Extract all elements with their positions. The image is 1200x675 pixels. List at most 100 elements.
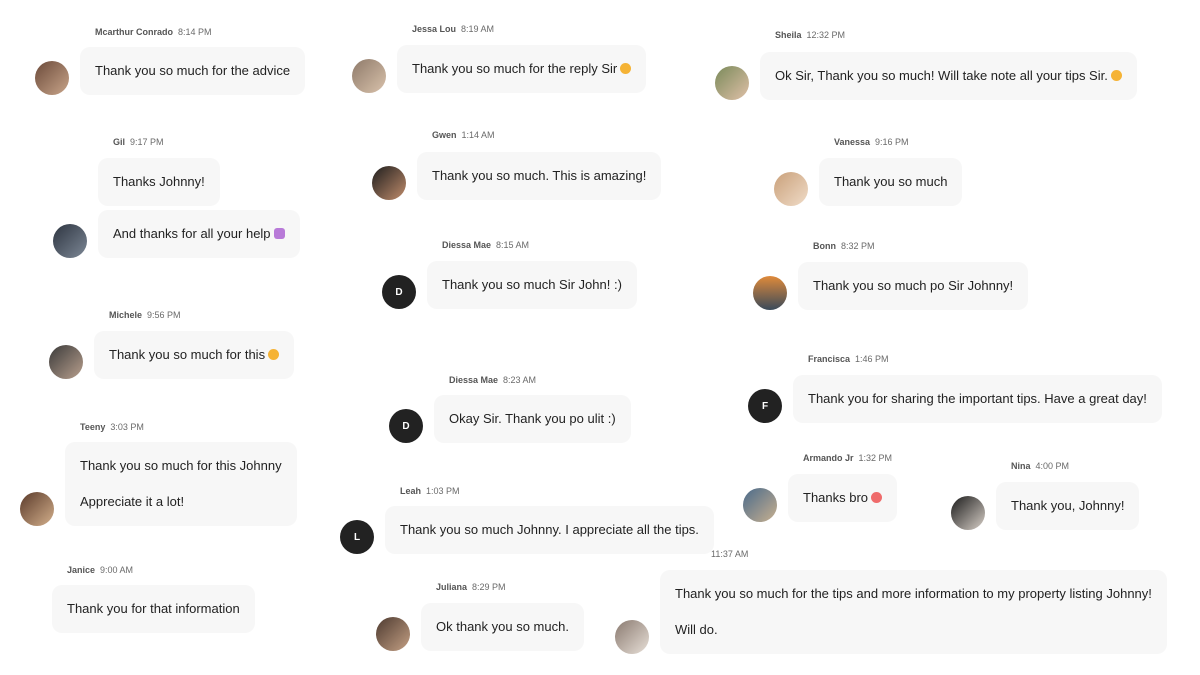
message-bubble: Thank you for sharing the important tips… xyxy=(793,375,1162,423)
message-time: 8:14 PM xyxy=(178,27,212,37)
message-bubble: Thank you so much for this xyxy=(94,331,295,379)
message-text: Thank you for that information xyxy=(67,601,240,616)
sender-name: Bonn xyxy=(813,241,836,251)
message-text: Thanks Johnny! xyxy=(113,174,205,189)
sender-name: Diessa Mae xyxy=(442,240,492,250)
message-text: Thank you so much Johnny. I appreciate a… xyxy=(400,522,699,537)
message-text: Thank you for sharing the important tips… xyxy=(808,391,1147,406)
message-meta: Bonn 8:32 PM xyxy=(813,241,875,251)
avatar[interactable] xyxy=(715,66,749,100)
message-bubble: Thank you so much for this Johnny Appreci… xyxy=(65,442,297,526)
smile-emoji-icon xyxy=(268,349,280,360)
message-meta: Gil 9:17 PM xyxy=(113,137,164,147)
message-meta: Michele 9:56 PM xyxy=(109,310,181,320)
message-text: Okay Sir. Thank you po ulit :) xyxy=(449,411,616,426)
sender-name: Michele xyxy=(109,310,143,320)
sender-name: Gil xyxy=(113,137,126,147)
sender-name: Mcarthur Conrado xyxy=(95,27,174,37)
message-time: 8:23 AM xyxy=(503,375,537,385)
message-bubble: And thanks for all your help xyxy=(98,210,300,258)
avatar-initial[interactable]: D xyxy=(382,275,416,309)
message-meta: Diessa Mae 8:23 AM xyxy=(449,375,536,385)
kiss-emoji-icon xyxy=(871,492,883,503)
sender-name: Sheila xyxy=(775,30,802,40)
message-bubble: Thank you so much xyxy=(819,158,963,206)
message-meta: Janice 9:00 AM xyxy=(67,565,133,575)
message-meta: Nina 4:00 PM xyxy=(1011,461,1069,471)
avatar[interactable] xyxy=(774,172,808,206)
message-meta: Mcarthur Conrado 8:14 PM xyxy=(95,27,212,37)
message-time: 4:00 PM xyxy=(1035,461,1070,471)
avatar[interactable] xyxy=(49,345,83,379)
sender-name: Janice xyxy=(67,565,96,575)
message-time: 9:17 PM xyxy=(130,137,164,147)
message-text: Thanks bro xyxy=(803,490,869,505)
message-meta: 11:37 AM xyxy=(711,549,748,559)
message-meta: Armando Jr 1:32 PM xyxy=(803,453,892,463)
sender-name: Teeny xyxy=(80,422,106,432)
message-bubble: Thank you so much po Sir Johnny! xyxy=(798,262,1029,310)
avatar[interactable] xyxy=(20,492,54,526)
message-bubble: Thank you so much for the advice xyxy=(80,47,306,95)
message-text: Thank you so much po Sir Johnny! xyxy=(813,278,1014,293)
message-text: Ok Sir, Thank you so much! Will take not… xyxy=(775,68,1108,83)
message-time: 3:03 PM xyxy=(110,422,144,432)
avatar-initial[interactable]: L xyxy=(340,520,374,554)
smile-emoji-icon xyxy=(1110,70,1122,81)
message-time: 1:03 PM xyxy=(426,486,460,496)
message-text: Thank you so much xyxy=(834,174,948,189)
message-time: 8:15 AM xyxy=(496,240,530,250)
avatar-initial[interactable]: F xyxy=(748,389,782,423)
message-text: Thank you so much for this xyxy=(109,347,266,362)
avatar[interactable] xyxy=(951,496,985,530)
message-text: Thank you so much Sir John! :) xyxy=(442,277,622,292)
message-text: Thank you so much for the advice xyxy=(95,63,291,78)
message-bubble: Thank you for that information xyxy=(52,585,255,633)
avatar[interactable] xyxy=(615,620,649,654)
message-meta: Teeny 3:03 PM xyxy=(80,422,144,432)
avatar[interactable] xyxy=(376,617,410,651)
sender-name: Jessa Lou xyxy=(412,24,457,34)
message-bubble: Thanks bro xyxy=(788,474,898,522)
message-text: Thank you so much for this Johnny xyxy=(80,458,282,473)
message-meta: Gwen 1:14 AM xyxy=(432,130,495,140)
message-time: 8:32 PM xyxy=(841,241,875,251)
message-bubble: Ok thank you so much. xyxy=(421,603,584,651)
message-bubble: Thank you, Johnny! xyxy=(996,482,1140,530)
avatar[interactable] xyxy=(352,59,386,93)
avatar[interactable] xyxy=(53,224,87,258)
avatar[interactable] xyxy=(35,61,69,95)
smile-emoji-icon xyxy=(620,63,632,74)
sender-name: Nina xyxy=(1011,461,1031,471)
sender-name: Diessa Mae xyxy=(449,375,499,385)
sender-name: Francisca xyxy=(808,354,851,364)
message-meta: Leah 1:03 PM xyxy=(400,486,460,496)
message-bubble: Thank you so much for the reply Sir xyxy=(397,45,647,93)
message-time: 1:46 PM xyxy=(855,354,889,364)
message-text: Thank you so much. This is amazing! xyxy=(432,168,647,183)
message-bubble: Thanks Johnny! xyxy=(98,158,220,206)
message-meta: Juliana 8:29 PM xyxy=(436,582,506,592)
message-text: Thank you, Johnny! xyxy=(1011,498,1125,513)
message-text: And thanks for all your help xyxy=(113,226,271,241)
message-text: Appreciate it a lot! xyxy=(80,494,185,509)
avatar[interactable] xyxy=(743,488,777,522)
avatar[interactable] xyxy=(372,166,406,200)
message-bubble: Ok Sir, Thank you so much! Will take not… xyxy=(760,52,1137,100)
message-time: 12:32 PM xyxy=(806,30,846,40)
message-text: Will do. xyxy=(675,622,718,637)
message-bubble: Thank you so much Sir John! :) xyxy=(427,261,637,309)
avatar[interactable] xyxy=(753,276,787,310)
message-text: Ok thank you so much. xyxy=(436,619,569,634)
message-time: 8:19 AM xyxy=(461,24,495,34)
message-time: 1:14 AM xyxy=(461,130,495,140)
message-time: 1:32 PM xyxy=(858,453,893,463)
message-time: 8:29 PM xyxy=(472,582,506,592)
sender-name: Juliana xyxy=(436,582,468,592)
message-bubble: Okay Sir. Thank you po ulit :) xyxy=(434,395,631,443)
sender-name: Gwen xyxy=(432,130,457,140)
message-bubble: Thank you so much. This is amazing! xyxy=(417,152,662,200)
avatar-initial[interactable]: D xyxy=(389,409,423,443)
message-time: 9:00 AM xyxy=(100,565,134,575)
message-bubble: Thank you so much for the tips and more … xyxy=(660,570,1167,654)
